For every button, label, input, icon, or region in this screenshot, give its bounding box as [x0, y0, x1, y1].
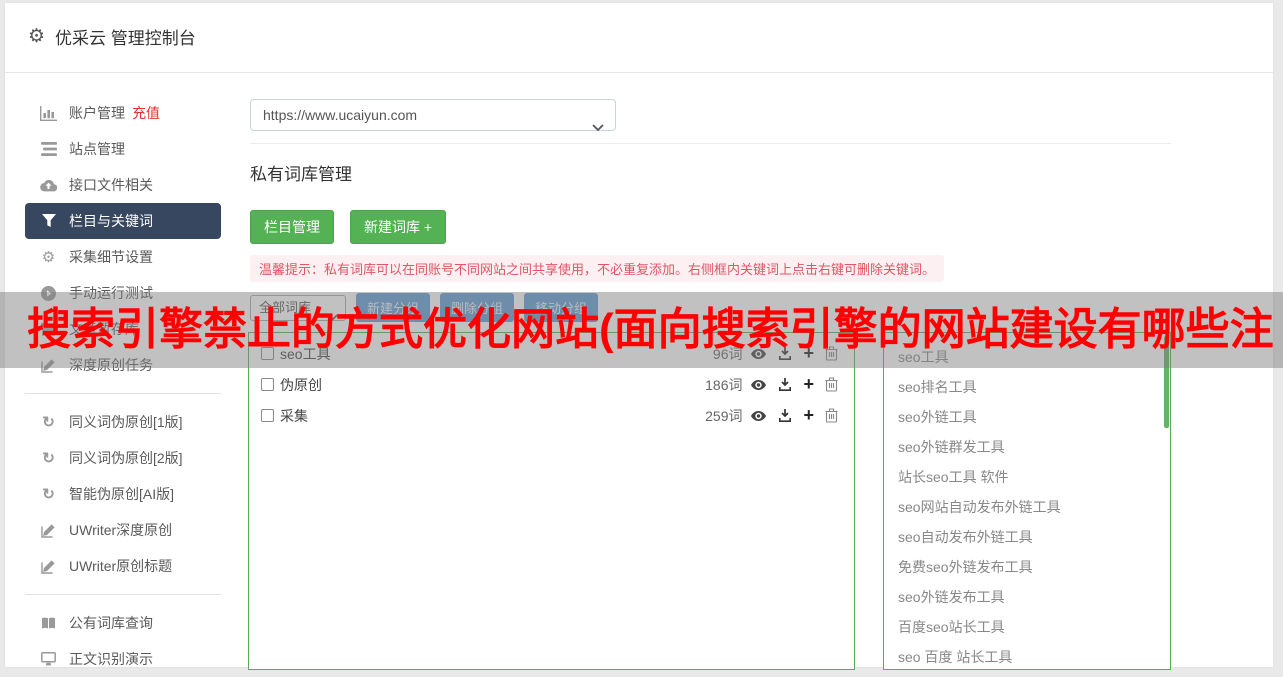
keyword-item[interactable]: 百度seo站长工具 [898, 612, 1170, 642]
app-title-row: ⚙ 优采云 管理控制台 [28, 24, 196, 49]
sidebar-divider [25, 393, 221, 394]
keyword-item[interactable]: seo外链工具 [898, 402, 1170, 432]
trash-icon[interactable] [825, 377, 838, 392]
keyword-item[interactable]: seo 百度 站长工具 [898, 642, 1170, 672]
site-select-value: https://www.ucaiyun.com [263, 107, 418, 123]
plus-icon[interactable]: + [803, 375, 814, 393]
keyword-item[interactable]: seo自动发布外链工具 [898, 522, 1170, 552]
download-icon[interactable] [778, 377, 792, 392]
monitor-icon [40, 651, 57, 667]
app-title: 优采云 管理控制台 [55, 29, 196, 48]
action-buttons: 栏目管理 新建词库 + [250, 210, 447, 244]
refresh-icon: ↻ [42, 450, 55, 467]
sidebar-item-public-thesaurus[interactable]: 公有词库查询 [25, 605, 221, 641]
sidebar-item-synonym-v2[interactable]: ↻ 同义词伪原创[2版] [25, 440, 221, 476]
gears-icon: ⚙ [41, 249, 56, 266]
keyword-item[interactable]: seo排名工具 [898, 372, 1170, 402]
keyword-panel: seo工具 seo排名工具 seo外链工具 seo外链群发工具 站长seo工具 … [883, 332, 1171, 670]
keyword-item[interactable]: seo网站自动发布外链工具 [898, 492, 1170, 522]
keyword-item[interactable]: seo外链群发工具 [898, 432, 1170, 462]
row-checkbox[interactable] [261, 378, 274, 391]
bar-chart-icon [40, 105, 57, 121]
new-thesaurus-button[interactable]: 新建词库 + [350, 210, 447, 244]
row-actions: + [750, 375, 838, 393]
sidebar-item-body-recognition[interactable]: 正文识别演示 [25, 641, 221, 677]
sidebar: 账户管理 充值 站点管理 接口文件相关 栏目与关键词 ⚙ 采集细节设置 手动运行… [5, 75, 247, 677]
sidebar-item-label: 同义词伪原创[2版] [69, 450, 183, 466]
keyword-item[interactable]: 免费seo外链发布工具 [898, 552, 1170, 582]
cloud-upload-icon [40, 177, 57, 193]
chevron-down-icon [592, 112, 604, 142]
download-icon[interactable] [778, 408, 792, 423]
recharge-link[interactable]: 充值 [132, 103, 160, 123]
sidebar-item-label: 采集细节设置 [69, 249, 153, 265]
overlay-band: 搜索引擎禁止的方式优化网站(面向搜索引擎的网站建设有哪些注 [0, 292, 1283, 368]
sidebar-item-columns-keywords[interactable]: 栏目与关键词 [25, 203, 221, 239]
gear-icon: ⚙ [28, 26, 46, 47]
sidebar-item-label: 公有词库查询 [69, 615, 153, 631]
overlay-watermark-text: 搜索引擎禁止的方式优化网站(面向搜索引擎的网站建设有哪些注 [27, 305, 1274, 354]
sidebar-item-synonym-v1[interactable]: ↻ 同义词伪原创[1版] [25, 404, 221, 440]
sidebar-item-uwriter-title[interactable]: UWriter原创标题 [25, 548, 221, 584]
keyword-list: seo工具 seo排名工具 seo外链工具 seo外链群发工具 站长seo工具 … [884, 333, 1170, 672]
edit-icon [40, 522, 57, 538]
thesaurus-name: 采集 [280, 407, 308, 424]
word-count: 186词 [705, 376, 743, 393]
sidebar-item-label: 站点管理 [69, 141, 125, 157]
header-divider [250, 143, 1171, 144]
thesaurus-table-panel: seo工具 96词 + 伪原创 186词 + 采集 259词 + [248, 332, 855, 670]
site-select[interactable]: https://www.ucaiyun.com [250, 99, 616, 132]
sidebar-item-sites[interactable]: 站点管理 [25, 131, 221, 167]
tip-banner: 温馨提示：私有词库可以在同账号不同网站之间共享使用，不必重复添加。右侧框内关键词… [250, 255, 945, 282]
thesaurus-name: 伪原创 [280, 376, 322, 393]
sidebar-item-uwriter-deep[interactable]: UWriter深度原创 [25, 512, 221, 548]
sidebar-item-collect-settings[interactable]: ⚙ 采集细节设置 [25, 239, 221, 275]
page-title: 私有词库管理 [250, 165, 352, 184]
trash-icon[interactable] [825, 408, 838, 423]
list-icon [40, 141, 57, 157]
edit-icon [40, 558, 57, 574]
word-count: 259词 [705, 407, 743, 424]
sidebar-item-label: UWriter深度原创 [69, 522, 173, 538]
sidebar-item-label: 智能伪原创[AI版] [69, 486, 175, 502]
row-checkbox[interactable] [261, 409, 274, 422]
sidebar-item-label: UWriter原创标题 [69, 558, 173, 574]
sidebar-item-label: 同义词伪原创[1版] [69, 414, 183, 430]
sidebar-item-interface-files[interactable]: 接口文件相关 [25, 167, 221, 203]
row-actions: + [750, 406, 838, 424]
refresh-icon: ↻ [42, 414, 55, 431]
table-row: 采集 259词 + [249, 400, 854, 431]
column-manage-button[interactable]: 栏目管理 [250, 210, 334, 244]
eye-icon[interactable] [750, 410, 767, 422]
eye-icon[interactable] [750, 379, 767, 391]
plus-icon[interactable]: + [803, 406, 814, 424]
funnel-icon [40, 213, 57, 229]
book-icon [40, 615, 57, 631]
sidebar-divider [25, 594, 221, 595]
keyword-item[interactable]: 站长seo工具 软件 [898, 462, 1170, 492]
sidebar-item-label: 正文识别演示 [69, 651, 153, 667]
app-header: ⚙ 优采云 管理控制台 [5, 3, 1273, 73]
sidebar-item-ai-rewrite[interactable]: ↻ 智能伪原创[AI版] [25, 476, 221, 512]
table-row: 伪原创 186词 + [249, 369, 854, 400]
keyword-item[interactable]: seo外链发布工具 [898, 582, 1170, 612]
sidebar-item-label: 接口文件相关 [69, 177, 153, 193]
sidebar-item-label: 栏目与关键词 [69, 213, 153, 229]
refresh-icon: ↻ [42, 486, 55, 503]
sidebar-item-account[interactable]: 账户管理 充值 [25, 95, 221, 131]
sidebar-item-label: 账户管理 [69, 105, 125, 121]
